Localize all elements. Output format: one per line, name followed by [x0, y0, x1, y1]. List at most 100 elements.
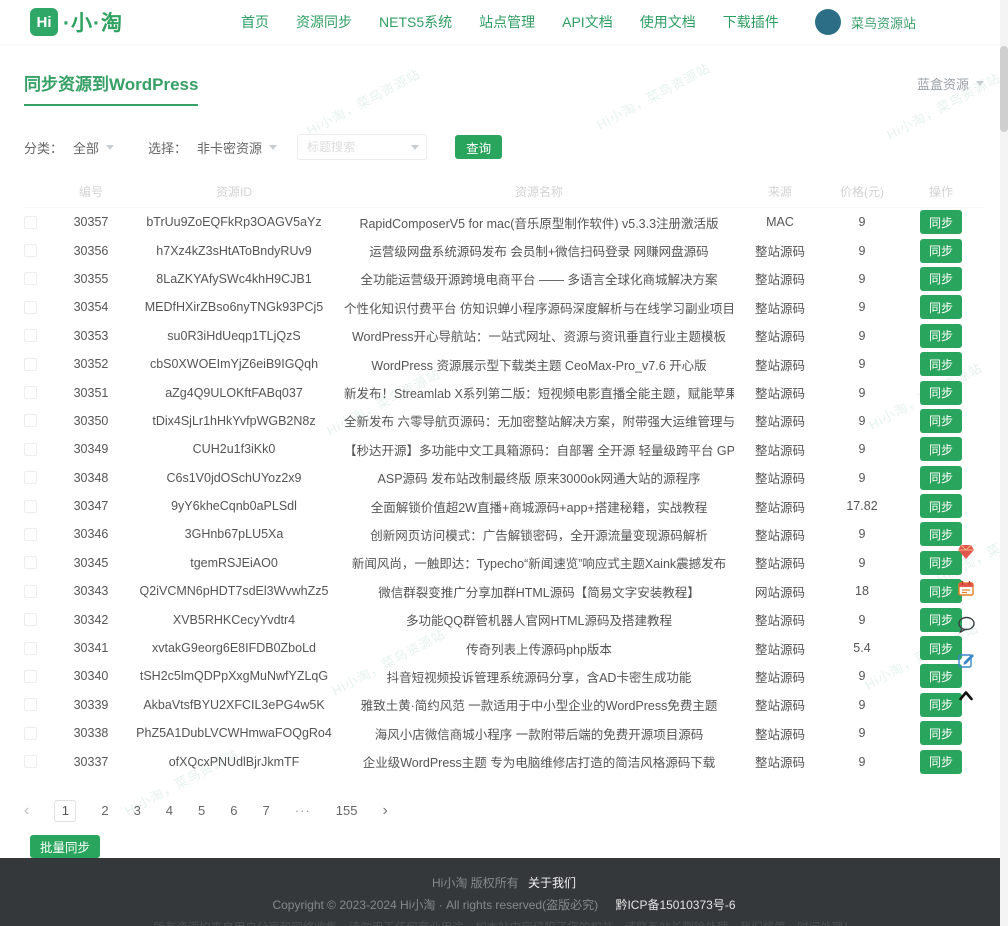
resource-type-select[interactable]: 非卡密资源	[197, 138, 277, 157]
row-checkbox[interactable]	[24, 414, 37, 427]
sync-button[interactable]: 同步	[920, 267, 962, 291]
cell-resource-name: 抖音短视频投诉管理系统源码分享，含AD卡密生成功能	[344, 667, 734, 686]
row-checkbox[interactable]	[24, 329, 37, 342]
cell-price: 9	[826, 215, 898, 229]
table-row: 303558LaZKYAfySWc4khH9CJB1全功能运营级开源跨境电商平台…	[24, 265, 984, 293]
sync-button[interactable]: 同步	[920, 437, 962, 461]
sync-button[interactable]: 同步	[920, 466, 962, 490]
table-row: 30348C6s1V0jdOSchUYoz2x9ASP源码 发布站改制最终版 原…	[24, 464, 984, 492]
logo[interactable]: Hi ·小·淘	[30, 7, 123, 37]
cell-resource-id: h7Xz4kZ3sHtAToBndyRUv9	[124, 244, 344, 258]
cell-resource-id: 8LaZKYAfySWc4khH9CJB1	[124, 272, 344, 286]
row-checkbox[interactable]	[24, 301, 37, 314]
row-checkbox[interactable]	[24, 244, 37, 257]
category-select[interactable]: 全部	[73, 138, 114, 157]
sync-button[interactable]: 同步	[920, 210, 962, 234]
nav-item-0[interactable]: 首页	[241, 12, 269, 32]
cell-op: 同步	[898, 352, 984, 376]
edit-feedback-icon[interactable]	[956, 650, 976, 670]
page-button-5[interactable]: 5	[198, 803, 205, 818]
chevron-down-icon	[106, 145, 114, 150]
nav-item-4[interactable]: API文档	[562, 12, 613, 32]
page-button-155[interactable]: 155	[336, 803, 358, 818]
page-button-2[interactable]: 2	[101, 803, 108, 818]
page-button-3[interactable]: 3	[134, 803, 141, 818]
sync-button[interactable]: 同步	[920, 494, 962, 518]
promo-gift-icon[interactable]	[956, 542, 976, 562]
page-button-1[interactable]: 1	[54, 800, 76, 822]
sync-button[interactable]: 同步	[920, 750, 962, 774]
row-checkbox[interactable]	[24, 500, 37, 513]
nav-item-3[interactable]: 站点管理	[479, 12, 535, 32]
sync-button[interactable]: 同步	[920, 239, 962, 263]
checkbox-cell	[24, 528, 58, 541]
sync-button[interactable]: 同步	[920, 409, 962, 433]
checkbox-cell	[24, 443, 58, 456]
footer-owner: Hi小淘 版权所有	[432, 876, 519, 890]
batch-sync-button[interactable]: 批量同步	[30, 835, 100, 858]
row-checkbox[interactable]	[24, 613, 37, 626]
row-checkbox[interactable]	[24, 358, 37, 371]
row-checkbox[interactable]	[24, 755, 37, 768]
cell-price: 9	[826, 698, 898, 712]
prev-page-button[interactable]: ‹	[24, 803, 29, 819]
checkbox-cell	[24, 471, 58, 484]
cell-op: 同步	[898, 210, 984, 234]
sync-button[interactable]: 同步	[920, 381, 962, 405]
back-to-top-icon[interactable]	[956, 686, 976, 706]
row-checkbox[interactable]	[24, 386, 37, 399]
row-checkbox[interactable]	[24, 727, 37, 740]
checkbox-cell	[24, 329, 58, 342]
scrollbar-track[interactable]	[1000, 0, 1008, 926]
row-checkbox[interactable]	[24, 272, 37, 285]
page-button-6[interactable]: 6	[230, 803, 237, 818]
table-body: 30357bTrUu9ZoEQFkRp3OAGV5aYzRapidCompose…	[24, 208, 984, 776]
nav-item-6[interactable]: 下载插件	[723, 12, 779, 32]
page: Hi小淘，菜鸟资源站Hi小淘，菜鸟资源站Hi小淘，菜鸟资源站Hi小淘，菜鸟资源站…	[0, 0, 1008, 926]
row-checkbox[interactable]	[24, 642, 37, 655]
sync-button[interactable]: 同步	[920, 721, 962, 745]
page-button-7[interactable]: 7	[263, 803, 270, 818]
table-row: 30352cbS0XWOEImYjZ6eiB9IGQqhWordPress 资源…	[24, 350, 984, 378]
cell-resource-id: CUH2u1f3iKk0	[124, 442, 344, 456]
row-checkbox[interactable]	[24, 585, 37, 598]
header-no: 编号	[58, 183, 124, 200]
cell-resource-name: 微信群裂变推广分享加群HTML源码【简易文字安装教程】	[344, 582, 734, 601]
search-input[interactable]	[297, 134, 427, 160]
row-checkbox[interactable]	[24, 471, 37, 484]
username[interactable]: 菜鸟资源站	[851, 13, 916, 32]
row-checkbox[interactable]	[24, 556, 37, 569]
row-checkbox[interactable]	[24, 443, 37, 456]
checkbox-cell	[24, 301, 58, 314]
row-checkbox[interactable]	[24, 698, 37, 711]
sync-button[interactable]: 同步	[920, 295, 962, 319]
sync-button[interactable]: 同步	[920, 324, 962, 348]
sync-button[interactable]: 同步	[920, 352, 962, 376]
icp-link[interactable]: 黔ICP备15010373号-6	[615, 898, 735, 912]
scrollbar-thumb[interactable]	[1000, 46, 1008, 132]
comments-icon[interactable]	[956, 614, 976, 634]
cell-source: 整站源码	[734, 411, 826, 430]
about-us-link[interactable]: 关于我们	[528, 876, 576, 890]
nav-item-5[interactable]: 使用文档	[640, 12, 696, 32]
page-button-4[interactable]: 4	[166, 803, 173, 818]
nav-item-2[interactable]: NETS5系统	[379, 12, 452, 32]
row-checkbox[interactable]	[24, 216, 37, 229]
table-row: 30340tSH2c5lmQDPpXxgMuNwfYZLqG抖音短视频投诉管理系…	[24, 662, 984, 690]
next-page-button[interactable]: ›	[382, 803, 387, 819]
table-header-row: 编号 资源ID 资源名称 来源 价格(元) 操作	[24, 176, 984, 208]
cell-resource-id: 3GHnb67pLU5Xa	[124, 527, 344, 541]
row-checkbox[interactable]	[24, 670, 37, 683]
avatar[interactable]	[815, 9, 841, 35]
resource-box-select[interactable]: 蓝盒资源	[917, 74, 984, 93]
cell-resource-id: tSH2c5lmQDPpXxgMuNwfYZLqG	[124, 669, 344, 683]
checkbox-cell	[24, 727, 58, 740]
chevron-down-icon	[411, 145, 419, 150]
query-button[interactable]: 查询	[455, 135, 502, 159]
calendar-icon[interactable]	[956, 578, 976, 598]
cell-source: 整站源码	[734, 298, 826, 317]
table-row: 30338PhZ5A1DubLVCWHmwaFOQgRo4海风小店微信商城小程序…	[24, 719, 984, 747]
nav-item-1[interactable]: 资源同步	[296, 12, 352, 32]
row-checkbox[interactable]	[24, 528, 37, 541]
cell-resource-name: 新闻风尚，一触即达：Typecho“新闻速览”响应式主题Xaink震撼发布	[344, 553, 734, 572]
